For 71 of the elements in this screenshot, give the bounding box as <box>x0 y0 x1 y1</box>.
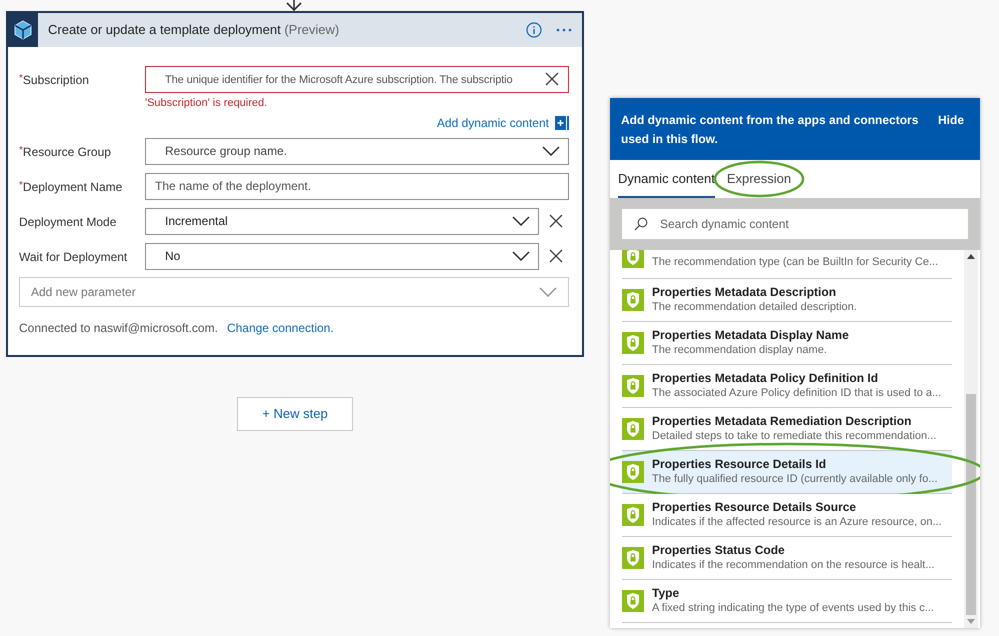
shield-lock-icon <box>622 375 644 397</box>
chevron-down-icon <box>542 146 560 156</box>
item-title: Properties Status Code <box>652 543 786 558</box>
required-mark: * <box>19 72 23 86</box>
item-title: Properties Resource Details Source <box>652 500 858 515</box>
item-title: Properties Metadata Remediation Description <box>652 414 912 429</box>
remove-icon[interactable] <box>549 214 563 228</box>
dynamic-content-item[interactable]: Properties Resource Details Id The fully qualified resource ID (currently available only fo... <box>622 451 952 494</box>
field-value: No <box>164 248 182 265</box>
item-description: The recommendation detailed description. <box>652 300 857 315</box>
field-label: Wait for Deployment <box>19 248 128 266</box>
item-description: The recommendation type (can be BuiltIn for Security Ce... <box>652 255 938 270</box>
dropdown-field[interactable]: Incremental <box>145 208 539 234</box>
remove-icon[interactable] <box>549 248 563 262</box>
cube-icon <box>12 19 34 41</box>
panel-header-text: Add dynamic content from the apps and connectors used in this flow. <box>621 112 920 148</box>
field-label: Subscription <box>22 72 89 89</box>
info-icon[interactable] <box>526 22 542 38</box>
item-description: Detailed steps to take to remediate this recommendation... <box>652 429 936 444</box>
down-arrow-icon <box>286 0 302 11</box>
error-message: 'Subscription' is required. <box>144 96 268 111</box>
dropdown-placeholder: Add new parameter <box>31 284 137 300</box>
item-title: Properties Metadata Policy Definition Id <box>652 371 880 386</box>
more-options-icon[interactable] <box>556 28 572 32</box>
item-title: Properties Resource Details Id <box>652 457 828 472</box>
search-field[interactable]: Search dynamic content <box>622 209 968 239</box>
field-label: Resource Group <box>22 144 111 160</box>
item-description: The associated Azure Policy definition ID that is used to a... <box>652 386 942 401</box>
item-description: A fixed string indicating the type of events used by this c... <box>652 601 934 616</box>
clear-icon[interactable] <box>545 72 559 86</box>
dynamic-content-item[interactable]: The recommendation type (can be BuiltIn for Security Ce... <box>622 250 952 279</box>
chevron-down-icon <box>512 216 530 226</box>
input-field[interactable]: The name of the deployment. <box>145 172 569 200</box>
chevron-down-icon <box>512 251 530 261</box>
required-mark: * <box>19 178 23 192</box>
add-dynamic-content-link[interactable]: Add dynamic content <box>436 114 549 132</box>
field-label: Deployment Name <box>22 178 122 196</box>
search-icon <box>634 217 648 231</box>
shield-lock-icon <box>622 332 644 354</box>
add-parameter-dropdown[interactable]: Add new parameter <box>19 276 569 306</box>
dynamic-content-item[interactable]: Properties Resource Details Source Indicates if the affected resource is an Azure resource, on... <box>622 494 952 537</box>
field-label: Deployment Mode <box>19 214 116 230</box>
input-field[interactable]: The unique identifier for the Microsoft Azure subscription. The subscriptio <box>145 66 569 93</box>
item-title: Properties Metadata Description <box>652 285 838 300</box>
shield-lock-icon <box>622 289 644 311</box>
item-description: The recommendation display name. <box>652 343 828 358</box>
connection-text: Connected to naswif@microsoft.com. <box>19 320 218 336</box>
shield-lock-icon <box>622 418 644 440</box>
shield-lock-icon <box>622 590 644 612</box>
shield-lock-icon <box>622 504 644 526</box>
new-step-button[interactable]: + New step <box>237 396 353 430</box>
field-value: Incremental <box>164 213 229 230</box>
shield-lock-icon <box>622 547 644 569</box>
shield-lock-icon <box>622 250 644 268</box>
dropdown-field[interactable]: Resource group name. <box>145 138 569 164</box>
item-title: Type <box>652 586 680 601</box>
hide-button[interactable]: Hide <box>938 111 969 129</box>
item-description: Indicates if the recommendation on the resource is healt... <box>652 558 934 573</box>
scrollbar[interactable] <box>964 250 978 628</box>
field-placeholder: Resource group name. <box>164 143 288 160</box>
item-description: The fully qualified resource ID (currently available only fo... <box>652 472 938 487</box>
required-mark: * <box>19 144 23 158</box>
change-connection-link[interactable]: Change connection. <box>226 318 334 336</box>
card-title: Create or update a template deployment (Preview) <box>48 21 340 40</box>
item-title: Properties Metadata Display Name <box>652 328 849 343</box>
chevron-down-icon <box>539 286 557 296</box>
scroll-up-icon[interactable] <box>967 254 975 259</box>
item-description: Indicates if the affected resource is an Azure resource, on... <box>652 515 942 530</box>
dropdown-field[interactable]: No <box>145 242 539 270</box>
shield-lock-icon <box>622 461 644 483</box>
plus-icon[interactable] <box>555 116 569 130</box>
